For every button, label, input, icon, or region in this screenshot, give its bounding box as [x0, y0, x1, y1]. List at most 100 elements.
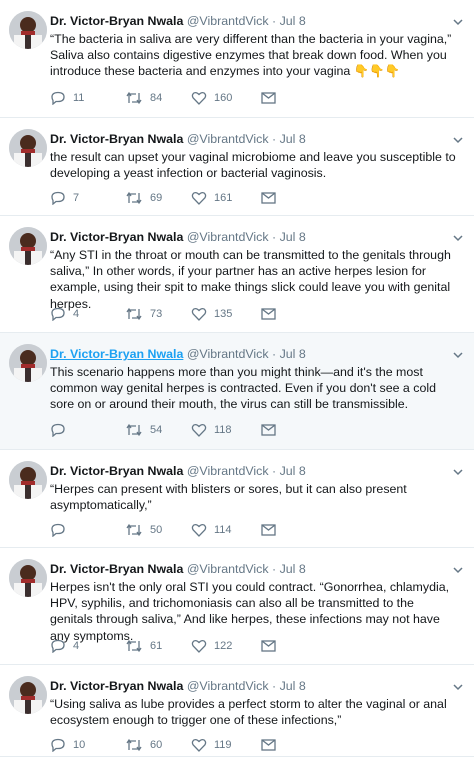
reply-icon [51, 523, 65, 537]
reply-button[interactable] [50, 523, 125, 537]
caret-down-icon[interactable] [452, 349, 464, 361]
avatar[interactable] [9, 676, 47, 714]
like-icon [191, 738, 207, 752]
reply-button[interactable]: 4 [50, 307, 125, 321]
dm-icon [261, 92, 276, 104]
tweet[interactable]: Dr. Victor-Bryan Nwala @VibrantdVick · J… [0, 548, 474, 665]
caret-down-icon[interactable] [452, 564, 464, 576]
dm-icon [261, 524, 276, 536]
caret-down-icon[interactable] [452, 681, 464, 693]
reply-icon [51, 423, 65, 437]
like-button[interactable]: 114 [191, 523, 261, 537]
display-name[interactable]: Dr. Victor-Bryan Nwala [50, 679, 183, 693]
tweet[interactable]: Dr. Victor-Bryan Nwala @VibrantdVick · J… [0, 118, 474, 216]
tweet-date[interactable]: Jul 8 [280, 679, 306, 693]
tweet[interactable]: Dr. Victor-Bryan Nwala @VibrantdVick · J… [0, 665, 474, 757]
display-name[interactable]: Dr. Victor-Bryan Nwala [50, 464, 183, 478]
tweet-text: This scenario happens more than you migh… [50, 365, 436, 412]
like-button[interactable]: 119 [191, 738, 261, 752]
handle[interactable]: @VibrantdVick [187, 14, 269, 28]
handle[interactable]: @VibrantdVick [187, 132, 269, 146]
reply-count: 11 [73, 92, 85, 104]
dm-icon [261, 308, 276, 320]
like-button[interactable]: 122 [191, 639, 261, 653]
like-button[interactable]: 118 [191, 423, 261, 437]
reply-button[interactable]: 10 [50, 738, 125, 752]
tweet-date[interactable]: Jul 8 [280, 562, 306, 576]
dm-button[interactable] [261, 424, 276, 436]
tweet[interactable]: Dr. Victor-Bryan Nwala @VibrantdVick · J… [0, 450, 474, 548]
tweet-date[interactable]: Jul 8 [280, 464, 306, 478]
avatar[interactable] [9, 227, 47, 265]
retweet-icon [126, 523, 142, 537]
handle[interactable]: @VibrantdVick [187, 562, 269, 576]
tweet-date[interactable]: Jul 8 [280, 347, 306, 361]
reply-button[interactable]: 4 [50, 639, 125, 653]
like-button[interactable]: 135 [191, 307, 261, 321]
caret-down-icon[interactable] [452, 16, 464, 28]
dm-button[interactable] [261, 308, 276, 320]
retweet-count: 54 [150, 424, 163, 436]
retweet-button[interactable]: 69 [125, 191, 191, 205]
handle[interactable]: @VibrantdVick [187, 347, 269, 361]
reply-icon [51, 91, 65, 105]
dm-button[interactable] [261, 739, 276, 751]
like-button[interactable]: 161 [191, 191, 261, 205]
like-count: 160 [214, 92, 233, 104]
reply-icon [51, 639, 65, 653]
reply-button[interactable]: 11 [50, 91, 125, 105]
avatar[interactable] [9, 344, 47, 382]
like-icon [191, 91, 207, 105]
reply-icon [51, 738, 65, 752]
tweet-text: Herpes isn't the only oral STI you could… [50, 580, 450, 643]
tweet-text: “Using saliva as lube provides a perfect… [50, 697, 447, 728]
retweet-button[interactable]: 61 [125, 639, 191, 653]
retweet-icon [126, 738, 142, 752]
separator: · [271, 347, 277, 361]
tweet-date[interactable]: Jul 8 [280, 230, 306, 244]
display-name[interactable]: Dr. Victor-Bryan Nwala [50, 230, 183, 244]
reply-icon [51, 191, 65, 205]
tweet[interactable]: Dr. Victor-Bryan Nwala @VibrantdVick · J… [0, 333, 474, 450]
display-name[interactable]: Dr. Victor-Bryan Nwala [50, 347, 183, 361]
retweet-button[interactable]: 50 [125, 523, 191, 537]
reply-button[interactable] [50, 423, 125, 437]
retweet-button[interactable]: 54 [125, 423, 191, 437]
caret-down-icon[interactable] [452, 466, 464, 478]
retweet-button[interactable]: 84 [125, 91, 191, 105]
avatar[interactable] [9, 559, 47, 597]
tweet-date[interactable]: Jul 8 [280, 14, 306, 28]
handle[interactable]: @VibrantdVick [187, 464, 269, 478]
reply-count: 4 [73, 308, 80, 320]
reply-button[interactable]: 7 [50, 191, 125, 205]
handle[interactable]: @VibrantdVick [187, 230, 269, 244]
retweet-count: 50 [150, 524, 163, 536]
retweet-button[interactable]: 60 [125, 738, 191, 752]
retweet-count: 84 [150, 92, 163, 104]
dm-button[interactable] [261, 192, 276, 204]
retweet-button[interactable]: 73 [125, 307, 191, 321]
tweet[interactable]: Dr. Victor-Bryan Nwala @VibrantdVick · J… [0, 216, 474, 333]
display-name[interactable]: Dr. Victor-Bryan Nwala [50, 14, 183, 28]
display-name[interactable]: Dr. Victor-Bryan Nwala [50, 562, 183, 576]
caret-down-icon[interactable] [452, 232, 464, 244]
dm-button[interactable] [261, 640, 276, 652]
handle[interactable]: @VibrantdVick [187, 679, 269, 693]
like-count: 118 [214, 424, 232, 436]
dm-button[interactable] [261, 92, 276, 104]
retweet-count: 69 [150, 192, 163, 204]
tweet-date[interactable]: Jul 8 [280, 132, 306, 146]
avatar[interactable] [9, 129, 47, 167]
dm-button[interactable] [261, 524, 276, 536]
retweet-count: 60 [150, 739, 163, 751]
like-count: 135 [214, 308, 233, 320]
retweet-count: 73 [150, 308, 163, 320]
caret-down-icon[interactable] [452, 134, 464, 146]
avatar[interactable] [9, 461, 47, 499]
tweet[interactable]: Dr. Victor-Bryan Nwala @VibrantdVick · J… [0, 0, 474, 118]
avatar[interactable] [9, 11, 47, 49]
like-button[interactable]: 160 [191, 91, 261, 105]
dm-icon [261, 739, 276, 751]
display-name[interactable]: Dr. Victor-Bryan Nwala [50, 132, 183, 146]
like-icon [191, 423, 207, 437]
